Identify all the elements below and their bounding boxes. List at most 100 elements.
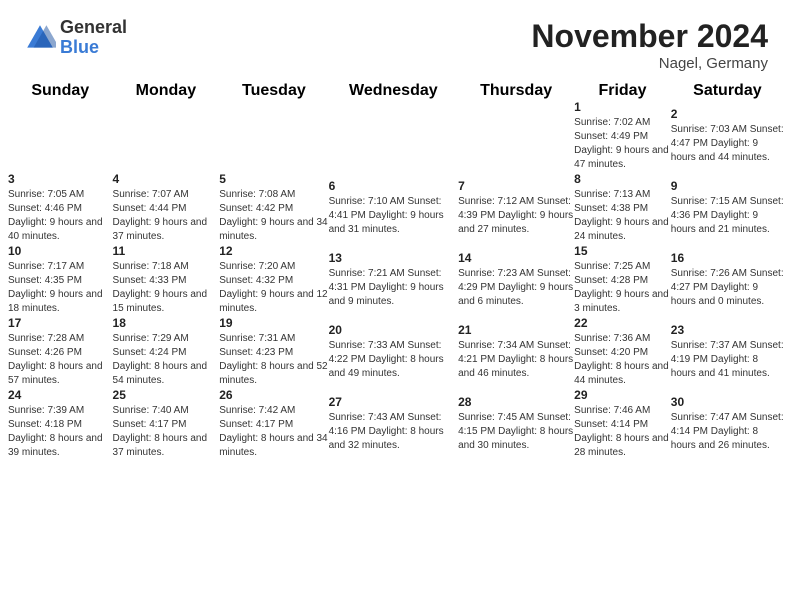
calendar-cell: 19 Sunrise: 7:31 AM Sunset: 4:23 PM Dayli… bbox=[219, 316, 328, 388]
logo-icon bbox=[24, 22, 56, 54]
calendar-body: 1Sunrise: 7:02 AM Sunset: 4:49 PM Daylig… bbox=[8, 100, 784, 460]
day-info: Sunrise: 7:21 AM Sunset: 4:31 PM Dayligh… bbox=[329, 267, 459, 309]
calendar-cell bbox=[8, 100, 113, 172]
day-number: 11 bbox=[113, 244, 220, 258]
day-info: Sunrise: 7:20 AM Sunset: 4:32 PM Dayligh… bbox=[219, 260, 328, 316]
day-number: 13 bbox=[329, 251, 459, 265]
calendar-cell: 7 Sunrise: 7:12 AM Sunset: 4:39 PM Daylig… bbox=[458, 172, 574, 244]
calendar-week-1: 3 Sunrise: 7:05 AM Sunset: 4:46 PM Daylig… bbox=[8, 172, 784, 244]
day-info: Sunrise: 7:13 AM Sunset: 4:38 PM Dayligh… bbox=[574, 188, 671, 244]
day-info: Sunrise: 7:43 AM Sunset: 4:16 PM Dayligh… bbox=[329, 411, 459, 453]
calendar-week-3: 17Sunrise: 7:28 AM Sunset: 4:26 PM Dayli… bbox=[8, 316, 784, 388]
header-saturday: Saturday bbox=[671, 82, 784, 100]
calendar-cell: 6 Sunrise: 7:10 AM Sunset: 4:41 PM Daylig… bbox=[329, 172, 459, 244]
day-number: 10 bbox=[8, 244, 113, 258]
day-info: Sunrise: 7:34 AM Sunset: 4:21 PM Dayligh… bbox=[458, 339, 574, 381]
calendar-cell: 3 Sunrise: 7:05 AM Sunset: 4:46 PM Daylig… bbox=[8, 172, 113, 244]
title-block: November 2024 Nagel, Germany bbox=[531, 18, 768, 72]
header-monday: Monday bbox=[113, 82, 220, 100]
day-info: Sunrise: 7:25 AM Sunset: 4:28 PM Dayligh… bbox=[574, 260, 671, 316]
day-number: 17 bbox=[8, 316, 113, 330]
calendar-cell: 23 Sunrise: 7:37 AM Sunset: 4:19 PM Dayli… bbox=[671, 316, 784, 388]
day-info: Sunrise: 7:10 AM Sunset: 4:41 PM Dayligh… bbox=[329, 195, 459, 237]
header-sunday: Sunday bbox=[8, 82, 113, 100]
day-info: Sunrise: 7:15 AM Sunset: 4:36 PM Dayligh… bbox=[671, 195, 784, 237]
day-info: Sunrise: 7:39 AM Sunset: 4:18 PM Dayligh… bbox=[8, 404, 113, 460]
calendar-cell: 12 Sunrise: 7:20 AM Sunset: 4:32 PM Dayli… bbox=[219, 244, 328, 316]
calendar-cell: 27 Sunrise: 7:43 AM Sunset: 4:16 PM Dayli… bbox=[329, 388, 459, 460]
day-info: Sunrise: 7:42 AM Sunset: 4:17 PM Dayligh… bbox=[219, 404, 328, 460]
day-number: 6 bbox=[329, 179, 459, 193]
day-number: 25 bbox=[113, 388, 220, 402]
day-number: 21 bbox=[458, 323, 574, 337]
calendar-cell: 15 Sunrise: 7:25 AM Sunset: 4:28 PM Dayli… bbox=[574, 244, 671, 316]
day-info: Sunrise: 7:33 AM Sunset: 4:22 PM Dayligh… bbox=[329, 339, 459, 381]
logo-text: General Blue bbox=[60, 18, 127, 58]
day-number: 4 bbox=[113, 172, 220, 186]
day-number: 14 bbox=[458, 251, 574, 265]
calendar-cell: 18 Sunrise: 7:29 AM Sunset: 4:24 PM Dayli… bbox=[113, 316, 220, 388]
day-number: 24 bbox=[8, 388, 113, 402]
calendar-cell: 29Sunrise: 7:46 AM Sunset: 4:14 PM Dayli… bbox=[574, 388, 671, 460]
day-info: Sunrise: 7:37 AM Sunset: 4:19 PM Dayligh… bbox=[671, 339, 784, 381]
day-number: 3 bbox=[8, 172, 113, 186]
header-row: Sunday Monday Tuesday Wednesday Thursday… bbox=[8, 82, 784, 100]
calendar-cell: 25 Sunrise: 7:40 AM Sunset: 4:17 PM Dayli… bbox=[113, 388, 220, 460]
day-info: Sunrise: 7:45 AM Sunset: 4:15 PM Dayligh… bbox=[458, 411, 574, 453]
day-info: Sunrise: 7:17 AM Sunset: 4:35 PM Dayligh… bbox=[8, 260, 113, 316]
day-info: Sunrise: 7:07 AM Sunset: 4:44 PM Dayligh… bbox=[113, 188, 220, 244]
calendar-cell: 2Sunrise: 7:03 AM Sunset: 4:47 PM Daylig… bbox=[671, 100, 784, 172]
header-thursday: Thursday bbox=[458, 82, 574, 100]
calendar-week-0: 1Sunrise: 7:02 AM Sunset: 4:49 PM Daylig… bbox=[8, 100, 784, 172]
day-info: Sunrise: 7:31 AM Sunset: 4:23 PM Dayligh… bbox=[219, 332, 328, 388]
day-number: 2 bbox=[671, 107, 784, 121]
day-number: 8 bbox=[574, 172, 671, 186]
day-number: 5 bbox=[219, 172, 328, 186]
day-number: 18 bbox=[113, 316, 220, 330]
day-number: 29 bbox=[574, 388, 671, 402]
logo: General Blue bbox=[24, 18, 127, 58]
day-info: Sunrise: 7:36 AM Sunset: 4:20 PM Dayligh… bbox=[574, 332, 671, 388]
day-number: 22 bbox=[574, 316, 671, 330]
day-number: 26 bbox=[219, 388, 328, 402]
header-tuesday: Tuesday bbox=[219, 82, 328, 100]
day-number: 28 bbox=[458, 395, 574, 409]
day-info: Sunrise: 7:29 AM Sunset: 4:24 PM Dayligh… bbox=[113, 332, 220, 388]
calendar-cell: 21 Sunrise: 7:34 AM Sunset: 4:21 PM Dayli… bbox=[458, 316, 574, 388]
calendar-cell: 22 Sunrise: 7:36 AM Sunset: 4:20 PM Dayli… bbox=[574, 316, 671, 388]
calendar-cell bbox=[113, 100, 220, 172]
day-number: 19 bbox=[219, 316, 328, 330]
day-number: 15 bbox=[574, 244, 671, 258]
day-info: Sunrise: 7:02 AM Sunset: 4:49 PM Dayligh… bbox=[574, 116, 671, 172]
day-number: 7 bbox=[458, 179, 574, 193]
calendar-cell: 13 Sunrise: 7:21 AM Sunset: 4:31 PM Dayli… bbox=[329, 244, 459, 316]
calendar-cell: 5Sunrise: 7:08 AM Sunset: 4:42 PM Daylig… bbox=[219, 172, 328, 244]
calendar-header: Sunday Monday Tuesday Wednesday Thursday… bbox=[8, 82, 784, 100]
month-title: November 2024 bbox=[531, 18, 768, 55]
calendar-table: Sunday Monday Tuesday Wednesday Thursday… bbox=[8, 82, 784, 460]
calendar-week-4: 24 Sunrise: 7:39 AM Sunset: 4:18 PM Dayli… bbox=[8, 388, 784, 460]
day-number: 27 bbox=[329, 395, 459, 409]
logo-blue-text: Blue bbox=[60, 38, 127, 58]
calendar-cell: 10 Sunrise: 7:17 AM Sunset: 4:35 PM Dayli… bbox=[8, 244, 113, 316]
header-friday: Friday bbox=[574, 82, 671, 100]
page-header: General Blue November 2024 Nagel, German… bbox=[0, 0, 792, 82]
calendar-cell: 8 Sunrise: 7:13 AM Sunset: 4:38 PM Daylig… bbox=[574, 172, 671, 244]
day-info: Sunrise: 7:12 AM Sunset: 4:39 PM Dayligh… bbox=[458, 195, 574, 237]
day-info: Sunrise: 7:40 AM Sunset: 4:17 PM Dayligh… bbox=[113, 404, 220, 460]
header-wednesday: Wednesday bbox=[329, 82, 459, 100]
day-number: 12 bbox=[219, 244, 328, 258]
calendar-cell: 28 Sunrise: 7:45 AM Sunset: 4:15 PM Dayli… bbox=[458, 388, 574, 460]
calendar-cell bbox=[329, 100, 459, 172]
calendar-cell: 17Sunrise: 7:28 AM Sunset: 4:26 PM Dayli… bbox=[8, 316, 113, 388]
day-info: Sunrise: 7:05 AM Sunset: 4:46 PM Dayligh… bbox=[8, 188, 113, 244]
calendar-cell: 26 Sunrise: 7:42 AM Sunset: 4:17 PM Dayli… bbox=[219, 388, 328, 460]
calendar-cell: 24 Sunrise: 7:39 AM Sunset: 4:18 PM Dayli… bbox=[8, 388, 113, 460]
day-info: Sunrise: 7:23 AM Sunset: 4:29 PM Dayligh… bbox=[458, 267, 574, 309]
day-number: 9 bbox=[671, 179, 784, 193]
day-number: 23 bbox=[671, 323, 784, 337]
logo-general-text: General bbox=[60, 18, 127, 38]
calendar-cell: 9 Sunrise: 7:15 AM Sunset: 4:36 PM Daylig… bbox=[671, 172, 784, 244]
calendar-cell bbox=[458, 100, 574, 172]
location: Nagel, Germany bbox=[531, 55, 768, 72]
